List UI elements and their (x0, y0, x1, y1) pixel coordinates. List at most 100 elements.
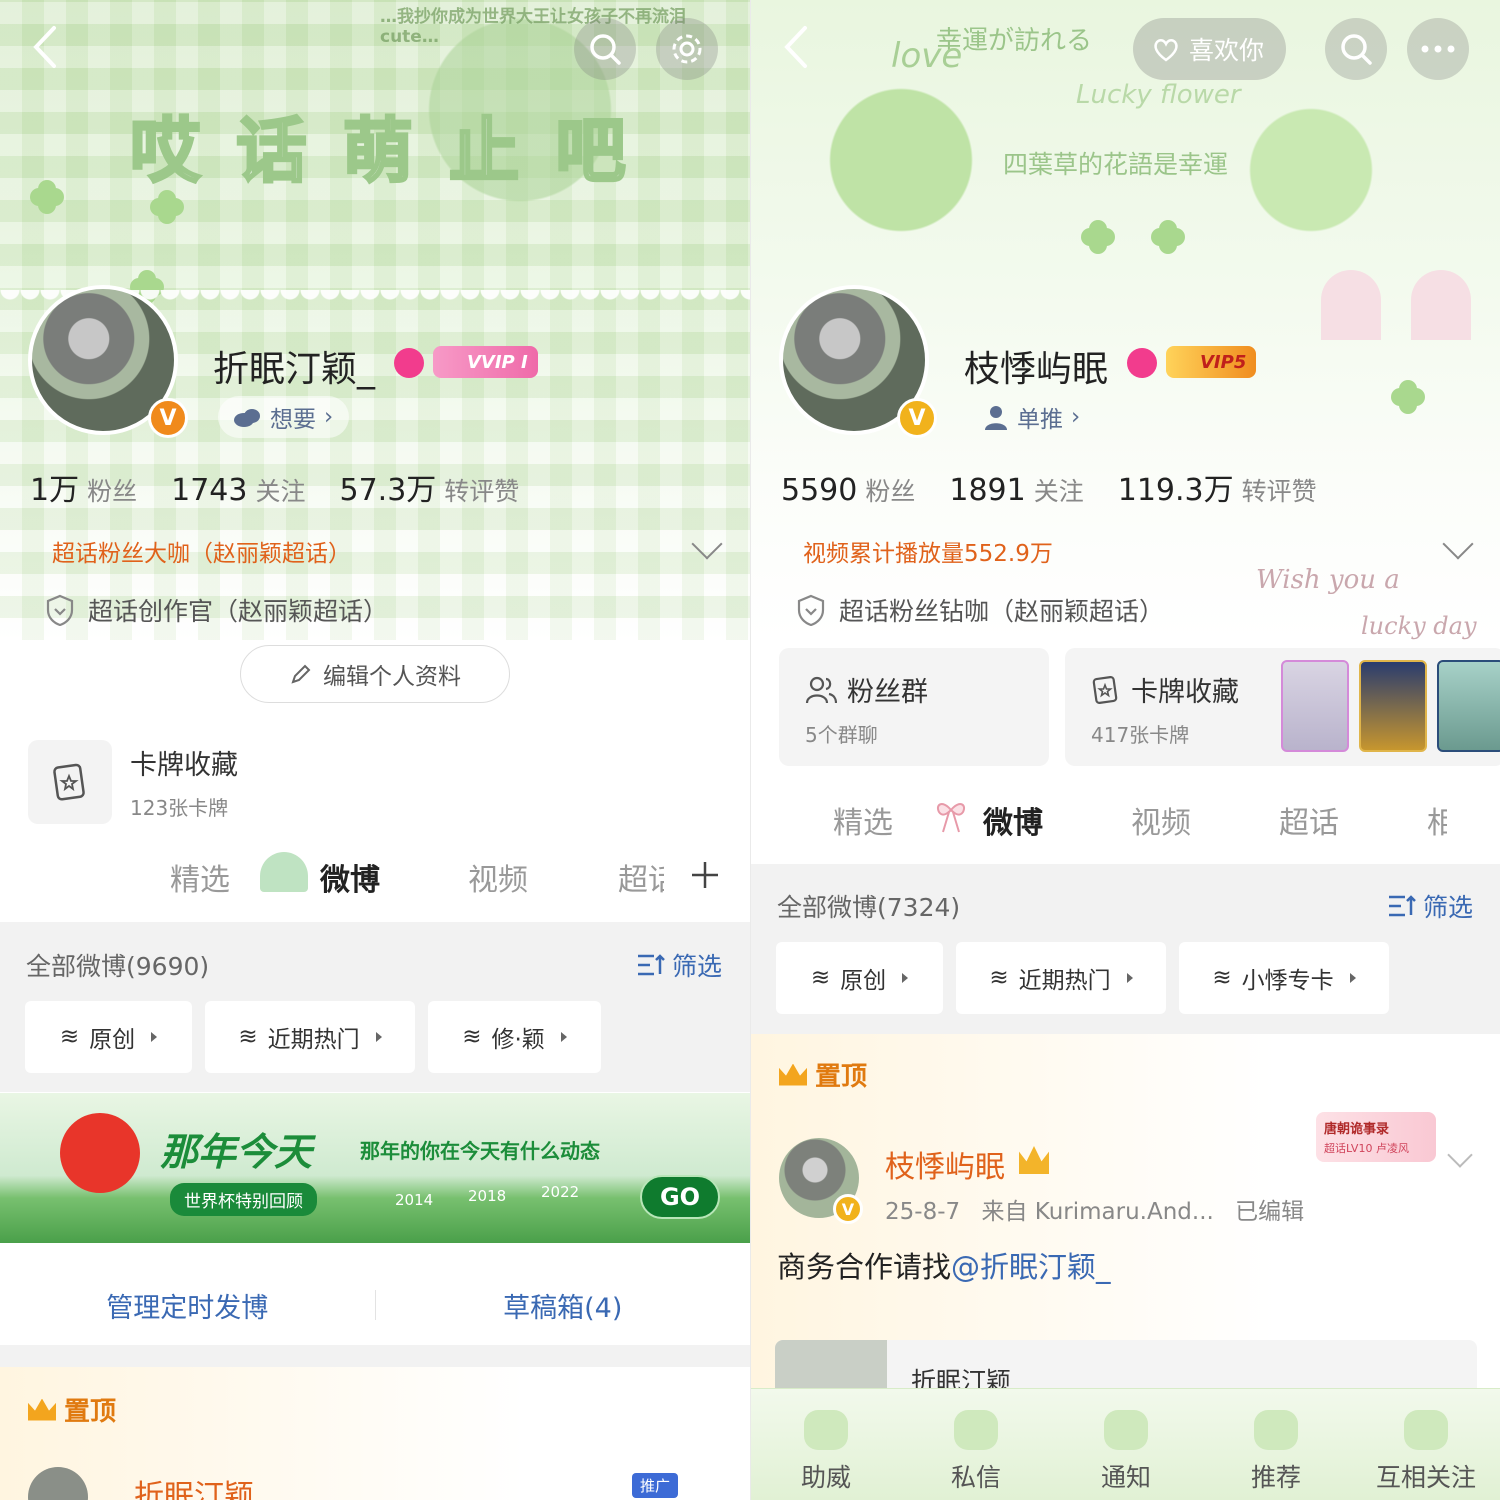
stats-row: 1万 粉丝 1743 关注 57.3万 转评赞 (30, 465, 519, 509)
status-pill[interactable]: 单推 › (969, 396, 1096, 438)
layers-icon: ≋ (59, 1024, 80, 1050)
vip-badge[interactable]: VVIP I (433, 346, 538, 378)
stat-followers[interactable]: 5590 粉丝 (781, 472, 915, 508)
bottom-mutual-follow[interactable]: 互相关注 (1351, 1410, 1500, 1494)
bottom-cheer[interactable]: 助威 (751, 1410, 901, 1494)
chip-original[interactable]: ≋ 原创 (776, 942, 943, 1014)
medal-badge[interactable]: 唐朝诡事录 超话LV10 卢凌风 (1316, 1112, 1436, 1162)
tab-featured[interactable]: 精选 (833, 798, 893, 842)
chip-original[interactable]: ≋ 原创 (25, 1001, 192, 1073)
search-button[interactable] (574, 18, 636, 80)
mention-link[interactable]: @折眠汀颖_ (951, 1250, 1111, 1284)
pinned-label: 置顶 (28, 1391, 116, 1428)
fan-group-title-row: 粉丝群 (805, 670, 1023, 709)
fan-group-card[interactable]: 粉丝群 5个群聊 (779, 648, 1049, 766)
search-button[interactable] (1325, 18, 1387, 80)
edit-profile-button[interactable]: 编辑个人资料 (240, 645, 510, 703)
stat-number: 57.3万 (339, 473, 437, 508)
pinned-post[interactable]: 置顶 V 枝悸屿眠 唐朝诡事录 超话LV10 卢凌风 25-8-7 来自 Kur… (751, 1034, 1500, 1400)
video-views-title[interactable]: 视频累计播放量552.9万 (803, 534, 1053, 568)
heart-hand-icon (1154, 39, 1178, 62)
tab-weibo[interactable]: 微博 (983, 798, 1043, 842)
go-button[interactable]: GO (640, 1175, 720, 1219)
filter-icon (1389, 895, 1416, 917)
tab-weibo[interactable]: 微博 (320, 855, 380, 899)
profile-tabs: 精选 微博 视频 超话 相 (833, 798, 1447, 842)
mascot-icon (60, 1113, 140, 1193)
shield-icon (797, 594, 825, 626)
notification-icon (1104, 1410, 1148, 1450)
tab-featured[interactable]: 精选 (170, 855, 230, 899)
username: 枝悸屿眠 (964, 349, 1109, 390)
card-thumbnail[interactable] (1359, 660, 1427, 752)
pinned-label: 置顶 (779, 1056, 867, 1093)
stat-interactions[interactable]: 57.3万 转评赞 (339, 465, 519, 509)
username: 折眠汀颖_ (213, 349, 376, 390)
bottom-label: 互相关注 (1375, 1463, 1476, 1492)
profile-tabs: 精选 微博 视频 超话 (170, 855, 664, 899)
bottom-messages[interactable]: 私信 (901, 1410, 1051, 1494)
edit-profile-label: 编辑个人资料 (323, 664, 461, 690)
tab-albums[interactable]: 相 (1427, 798, 1447, 842)
search-badge-icon[interactable] (394, 348, 424, 378)
tab-video[interactable]: 视频 (468, 855, 528, 899)
card-collection[interactable]: 卡牌收藏 123张卡牌 (28, 740, 238, 824)
tab-supertopic[interactable]: 超话 (1279, 798, 1339, 842)
chip-recent-hot[interactable]: ≋ 近期热门 (956, 942, 1166, 1014)
on-this-day-banner[interactable]: 那年今天 那年的你在今天有什么动态 世界杯特别回顾 2014 2018 2022… (0, 1093, 750, 1243)
stat-following[interactable]: 1743 关注 (171, 472, 305, 508)
stat-number: 119.3万 (1117, 473, 1234, 508)
chip-label: 近期热门 (1018, 968, 1111, 994)
chevron-down-icon[interactable] (1447, 1142, 1473, 1168)
layers-icon: ≋ (462, 1024, 482, 1050)
stat-label: 关注 (1033, 477, 1084, 506)
ribbon-icon (933, 800, 969, 834)
recommend-icon (1254, 1410, 1298, 1450)
stat-followers[interactable]: 1万 粉丝 (30, 465, 137, 509)
separator (0, 1345, 750, 1367)
supertopic-title: 超话粉丝钻咖（赵丽颖超话） (797, 592, 1164, 628)
back-button[interactable] (777, 22, 817, 72)
add-tab-button[interactable] (690, 860, 720, 890)
vip-badge[interactable]: VIP5 (1166, 346, 1257, 378)
stat-interactions[interactable]: 119.3万 转评赞 (1118, 465, 1317, 509)
supertopic-title[interactable]: 超话粉丝大咖（赵丽颖超话） (52, 534, 351, 568)
pinned-post[interactable]: 置顶 折眠汀颖 推广 (0, 1367, 750, 1500)
post-date: 25-8-7 (885, 1199, 961, 1225)
stats-row: 5590 粉丝 1891 关注 119.3万 转评赞 (781, 465, 1317, 509)
settings-button[interactable] (656, 18, 718, 80)
all-weibo-count: 全部微博(9690) (26, 952, 210, 981)
post-avatar[interactable] (28, 1467, 88, 1500)
bottom-notifications[interactable]: 通知 (1051, 1410, 1201, 1494)
bottom-recommend[interactable]: 推荐 (1201, 1410, 1351, 1494)
card-thumbnail[interactable] (1281, 660, 1349, 752)
tab-video[interactable]: 视频 (1131, 798, 1191, 842)
stat-number: 1743 (171, 473, 248, 508)
status-pill-label: 单推 (1017, 407, 1063, 433)
like-button[interactable]: 喜欢你 (1133, 18, 1287, 80)
chip-label: 修·颖 (491, 1027, 545, 1053)
more-button[interactable] (1407, 18, 1469, 80)
search-badge-icon[interactable] (1127, 348, 1157, 378)
promo-year: 2018 (468, 1187, 507, 1205)
tab-supertopic[interactable]: 超话 (618, 855, 664, 899)
back-button[interactable] (26, 22, 66, 72)
status-pill[interactable]: 想要 › (218, 396, 350, 438)
chip-custom[interactable]: ≋ 小悸专卡 (1179, 942, 1389, 1014)
clover-decor (1151, 220, 1185, 254)
chip-recent-hot[interactable]: ≋ 近期热门 (205, 1001, 415, 1073)
stat-label: 转评赞 (1241, 477, 1317, 506)
chip-custom[interactable]: ≋ 修·颖 (428, 1001, 601, 1073)
profile-page-left: …我抄你成为世界大王让女孩子不再流泪 cute… 哎 话 萌 止 吧 V 折眠汀… (0, 0, 750, 1500)
card-thumbnail[interactable] (1437, 660, 1500, 752)
scheduled-posts-link[interactable]: 管理定时发博 (0, 1286, 375, 1325)
bottom-label: 推荐 (1250, 1463, 1301, 1492)
post-author-name[interactable]: 折眠汀颖 (134, 1471, 254, 1500)
bottom-label: 私信 (950, 1463, 1001, 1492)
post-author-name[interactable]: 枝悸屿眠 (885, 1142, 1005, 1186)
stat-following[interactable]: 1891 关注 (949, 472, 1083, 508)
filter-button[interactable]: 筛选 (636, 947, 722, 983)
filter-button[interactable]: 筛选 (1387, 888, 1473, 924)
drafts-link[interactable]: 草稿箱(4) (376, 1286, 751, 1325)
card-collection-card[interactable]: 卡牌收藏 417张卡牌 (1065, 648, 1500, 766)
